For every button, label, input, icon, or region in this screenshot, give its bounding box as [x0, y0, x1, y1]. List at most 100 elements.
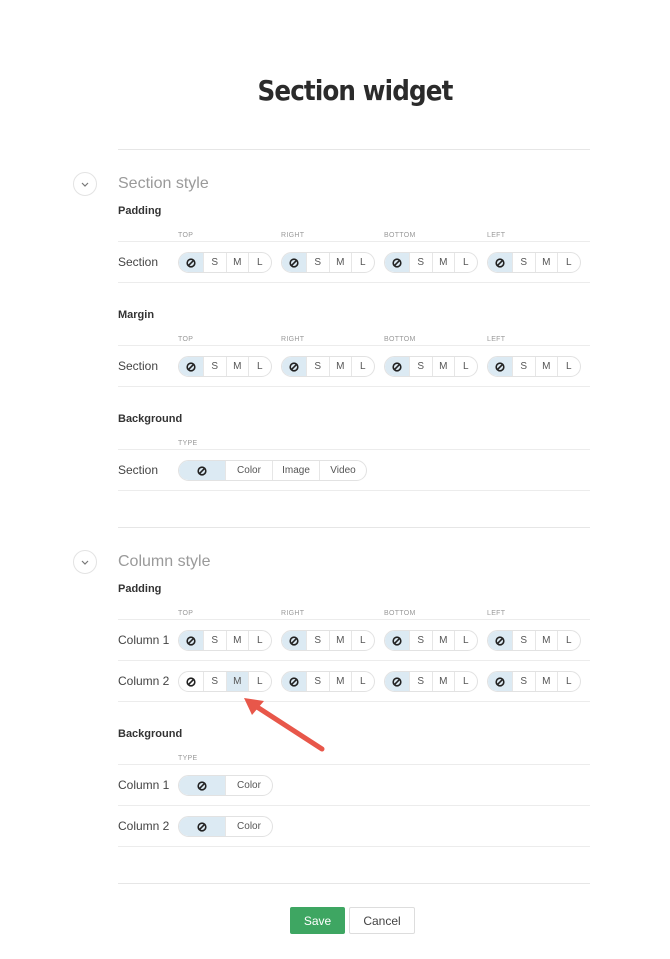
option-none[interactable] [385, 357, 409, 376]
option-none[interactable] [488, 672, 512, 691]
circle-slash-icon [495, 257, 505, 268]
option-l[interactable]: L [248, 357, 271, 376]
option-m[interactable]: M [225, 631, 249, 650]
option-m[interactable]: M [225, 357, 249, 376]
option-none[interactable] [179, 672, 203, 691]
option-l[interactable]: L [557, 253, 580, 272]
chevron-down-icon[interactable] [73, 550, 97, 574]
size-selector-top[interactable]: SML [178, 356, 272, 377]
option-l[interactable]: L [454, 357, 477, 376]
size-selector-left[interactable]: SML [487, 630, 581, 651]
option-m[interactable]: M [328, 253, 352, 272]
option-m[interactable]: M [328, 631, 352, 650]
option-s[interactable]: S [306, 631, 329, 650]
size-selector-left[interactable]: SML [487, 252, 581, 273]
option-none[interactable] [179, 631, 203, 650]
option-color[interactable]: Color [225, 461, 272, 480]
option-s[interactable]: S [203, 357, 226, 376]
size-selector-right[interactable]: SML [281, 252, 375, 273]
size-selector-top[interactable]: SML [178, 630, 272, 651]
option-s[interactable]: S [203, 672, 226, 691]
option-m[interactable]: M [328, 672, 352, 691]
option-video[interactable]: Video [319, 461, 366, 480]
size-selector-right[interactable]: SML [281, 356, 375, 377]
option-l[interactable]: L [248, 672, 271, 691]
option-color[interactable]: Color [225, 776, 272, 795]
option-m[interactable]: M [431, 631, 455, 650]
option-image[interactable]: Image [272, 461, 319, 480]
option-l[interactable]: L [351, 357, 374, 376]
size-selector-top[interactable]: SML [178, 671, 272, 692]
option-none[interactable] [282, 357, 306, 376]
option-none[interactable] [179, 461, 225, 480]
option-s[interactable]: S [306, 672, 329, 691]
option-l[interactable]: L [557, 631, 580, 650]
option-s[interactable]: S [512, 357, 535, 376]
option-none[interactable] [488, 253, 512, 272]
size-selector-right[interactable]: SML [281, 671, 375, 692]
option-l[interactable]: L [454, 672, 477, 691]
option-m[interactable]: M [431, 253, 455, 272]
option-m[interactable]: M [431, 672, 455, 691]
option-s[interactable]: S [512, 672, 535, 691]
option-none[interactable] [385, 253, 409, 272]
option-none[interactable] [282, 253, 306, 272]
option-none[interactable] [385, 631, 409, 650]
option-l[interactable]: L [454, 253, 477, 272]
option-s[interactable]: S [409, 672, 432, 691]
option-none[interactable] [179, 357, 203, 376]
save-button[interactable]: Save [290, 907, 345, 934]
option-s[interactable]: S [409, 631, 432, 650]
option-color[interactable]: Color [225, 817, 272, 836]
option-none[interactable] [488, 357, 512, 376]
option-s[interactable]: S [409, 253, 432, 272]
cancel-button[interactable]: Cancel [349, 907, 415, 934]
option-l[interactable]: L [248, 253, 271, 272]
option-s[interactable]: S [306, 357, 329, 376]
option-s[interactable]: S [409, 357, 432, 376]
background-type-selector[interactable]: Color [178, 775, 273, 796]
option-none[interactable] [282, 672, 306, 691]
option-l[interactable]: L [557, 357, 580, 376]
section-style-header[interactable]: Section style [73, 172, 209, 196]
option-none[interactable] [179, 776, 225, 795]
option-s[interactable]: S [512, 631, 535, 650]
option-s[interactable]: S [203, 253, 226, 272]
option-m[interactable]: M [225, 253, 249, 272]
column-header-type: TYPE [178, 755, 198, 762]
option-l[interactable]: L [351, 253, 374, 272]
option-m[interactable]: M [534, 253, 558, 272]
size-selector-bottom[interactable]: SML [384, 671, 478, 692]
size-selector-left[interactable]: SML [487, 671, 581, 692]
option-l[interactable]: L [248, 631, 271, 650]
option-s[interactable]: S [306, 253, 329, 272]
size-selector-right[interactable]: SML [281, 630, 375, 651]
option-l[interactable]: L [557, 672, 580, 691]
option-l[interactable]: L [351, 631, 374, 650]
size-selector-left[interactable]: SML [487, 356, 581, 377]
option-none[interactable] [179, 253, 203, 272]
option-s[interactable]: S [203, 631, 226, 650]
option-none[interactable] [179, 817, 225, 836]
circle-slash-icon [289, 635, 299, 646]
size-selector-bottom[interactable]: SML [384, 356, 478, 377]
option-m[interactable]: M [328, 357, 352, 376]
option-m[interactable]: M [534, 672, 558, 691]
option-m[interactable]: M [431, 357, 455, 376]
option-m[interactable]: M [225, 672, 248, 691]
background-type-selector[interactable]: Color Image Video [178, 460, 367, 481]
option-m[interactable]: M [534, 357, 558, 376]
option-none[interactable] [282, 631, 306, 650]
size-selector-bottom[interactable]: SML [384, 252, 478, 273]
size-selector-top[interactable]: SML [178, 252, 272, 273]
option-l[interactable]: L [351, 672, 374, 691]
chevron-down-icon[interactable] [73, 172, 97, 196]
option-m[interactable]: M [534, 631, 558, 650]
option-s[interactable]: S [512, 253, 535, 272]
size-selector-bottom[interactable]: SML [384, 630, 478, 651]
option-none[interactable] [488, 631, 512, 650]
option-l[interactable]: L [454, 631, 477, 650]
option-none[interactable] [385, 672, 409, 691]
background-type-selector[interactable]: Color [178, 816, 273, 837]
column-style-header[interactable]: Column style [73, 550, 210, 574]
